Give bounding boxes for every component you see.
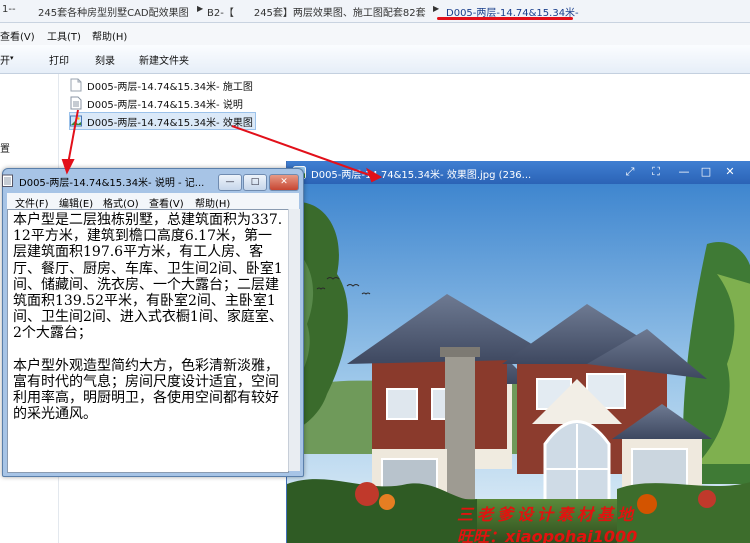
maximize-icon[interactable]: □ <box>697 164 715 180</box>
chevron-right-icon[interactable]: ▶ <box>197 4 203 13</box>
vertical-scrollbar[interactable] <box>288 209 300 471</box>
text-file-icon <box>70 96 82 110</box>
menu-help[interactable]: 帮助(H) <box>195 195 230 210</box>
chevron-right-icon[interactable]: ▶ <box>433 4 439 13</box>
close-button[interactable]: ✕ <box>269 174 299 191</box>
menu-bar: 查看(V) 工具(T) 帮助(H) <box>0 23 750 46</box>
breadcrumb-item[interactable]: 1-- <box>2 4 16 15</box>
address-bar[interactable]: 1-- 245套各种房型别墅CAD配效果图 ▶ B2-【 245套】两层效果图、… <box>0 0 750 23</box>
notepad-menu-bar: 文件(F) 编辑(E) 格式(O) 查看(V) 帮助(H) <box>7 193 299 210</box>
menu-file[interactable]: 文件(F) <box>15 195 49 210</box>
menu-tools[interactable]: 工具(T) <box>47 28 81 43</box>
fullscreen-icon[interactable]: ⛶ <box>647 164 665 180</box>
file-name: D005-两层-14.74&15.34米- 说明 <box>87 100 243 111</box>
file-item[interactable]: D005-两层-14.74&15.34米- 施工图 <box>70 77 260 93</box>
menu-edit[interactable]: 编辑(E) <box>59 195 93 210</box>
image-file-icon <box>70 115 82 127</box>
notepad-text-area[interactable]: 本户型是二层独栋别墅，总建筑面积为337.12平方米，建筑到檐口高度6.17米，… <box>7 209 289 473</box>
print-button[interactable]: 打印 <box>49 52 69 67</box>
file-item-selected[interactable]: D005-两层-14.74&15.34米- 效果图 <box>69 112 256 130</box>
close-icon[interactable]: ✕ <box>721 164 739 180</box>
viewer-title: D005-两层-14.74&15.34米- 效果图.jpg (236... <box>311 170 532 181</box>
menu-format[interactable]: 格式(O) <box>103 195 139 210</box>
new-folder-button[interactable]: 新建文件夹 <box>139 52 189 67</box>
burn-button[interactable]: 刻录 <box>95 52 115 67</box>
rotate-icon[interactable]: ⤢ <box>621 164 639 180</box>
file-name: D005-两层-14.74&15.34米- 施工图 <box>87 82 253 93</box>
command-bar: 开 ▾ 打印 刻录 新建文件夹 <box>0 45 750 74</box>
file-name: D005-两层-14.74&15.34米- 效果图 <box>87 118 253 129</box>
minimize-icon[interactable]: — <box>675 164 693 180</box>
menu-help[interactable]: 帮助(H) <box>92 28 127 43</box>
minimize-button[interactable]: — <box>218 174 242 191</box>
maximize-button[interactable]: □ <box>243 174 267 191</box>
breadcrumb-item[interactable]: 245套各种房型别墅CAD配效果图 <box>38 4 189 19</box>
viewer-title-bar[interactable]: D005-两层-14.74&15.34米- 效果图.jpg (236... ⤢ … <box>287 161 750 184</box>
notepad-window[interactable]: D005-两层-14.74&15.34米- 说明 - 记... — □ ✕ 文件… <box>2 168 304 477</box>
notepad-content: 本户型是二层独栋别墅，总建筑面积为337.12平方米，建筑到檐口高度6.17米，… <box>13 212 283 423</box>
notepad-icon <box>2 174 13 187</box>
folder-icon <box>70 78 82 92</box>
file-item[interactable]: D005-两层-14.74&15.34米- 说明 <box>70 95 260 111</box>
chevron-down-icon[interactable]: ▾ <box>10 54 14 62</box>
red-underline-annotation <box>437 17 573 20</box>
image-viewer-window[interactable]: D005-两层-14.74&15.34米- 效果图.jpg (236... ⤢ … <box>286 161 750 543</box>
nav-item-label[interactable]: 置 <box>0 140 10 155</box>
notepad-title: D005-两层-14.74&15.34米- 说明 - 记... <box>19 178 205 189</box>
open-button[interactable]: 开 <box>0 52 10 67</box>
menu-view[interactable]: 查看(V) <box>0 28 35 43</box>
menu-view[interactable]: 查看(V) <box>149 195 184 210</box>
watermark-text: 三老爹设计素材基地 <box>457 505 638 524</box>
breadcrumb-item[interactable]: B2-【 245套】两层效果图、施工图配套82套 <box>207 4 426 19</box>
villa-rendering-image: 三老爹设计素材基地 旺旺：xiaopohai1000 <box>287 184 750 543</box>
watermark-contact: 旺旺：xiaopohai1000 <box>457 527 638 543</box>
